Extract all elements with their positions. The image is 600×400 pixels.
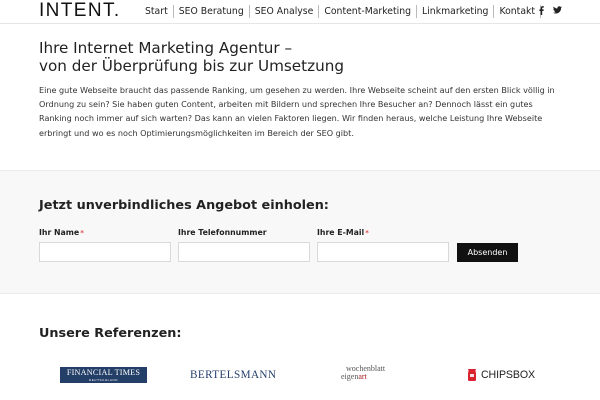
wochenblatt-logo-eigen: eigen bbox=[341, 372, 359, 381]
nav-item-seo-analyse[interactable]: SEO Analyse bbox=[248, 5, 319, 18]
form-title: Jetzt unverbindliches Angebot einholen: bbox=[39, 198, 329, 213]
submit-button[interactable]: Absenden bbox=[457, 243, 518, 262]
chipsbox-logo: CHIPSBOX bbox=[467, 368, 535, 382]
phone-label-text: Ihre Telefonnummer bbox=[178, 228, 267, 237]
nav-item-kontakt[interactable]: Kontakt bbox=[493, 5, 542, 18]
headline-line-2: von der Überprüfung bis zur Umsetzung bbox=[39, 56, 344, 75]
intro-paragraph: Eine gute Webseite braucht das passende … bbox=[39, 85, 555, 138]
email-label-text: Ihre E-Mail bbox=[317, 228, 365, 237]
references-title: Unsere Referenzen: bbox=[39, 326, 182, 341]
name-field-group: Ihr Name* bbox=[39, 228, 171, 262]
name-label: Ihr Name* bbox=[39, 228, 171, 238]
email-field-group: Ihre E-Mail* bbox=[317, 228, 449, 262]
main-nav: Start SEO Beratung SEO Analyse Content-M… bbox=[140, 5, 542, 18]
name-input[interactable] bbox=[39, 242, 171, 262]
phone-label: Ihre Telefonnummer bbox=[178, 228, 310, 238]
nav-item-content-marketing[interactable]: Content-Marketing bbox=[318, 5, 416, 18]
chipsbox-logo-text: CHIPSBOX bbox=[481, 368, 535, 381]
email-label: Ihre E-Mail* bbox=[317, 228, 449, 238]
offer-form-section: Jetzt unverbindliches Angebot einholen: … bbox=[0, 170, 600, 294]
phone-input[interactable] bbox=[178, 242, 310, 262]
required-mark: * bbox=[80, 229, 84, 237]
ft-logo-text: FINANCIAL TIMES bbox=[66, 368, 141, 377]
nav-item-linkmarketing[interactable]: Linkmarketing bbox=[416, 5, 493, 18]
financial-times-logo: FINANCIAL TIMES DEUTSCHLAND bbox=[60, 367, 147, 383]
nav-item-start[interactable]: Start bbox=[140, 5, 173, 18]
facebook-icon[interactable] bbox=[536, 4, 546, 16]
nav-item-seo-beratung[interactable]: SEO Beratung bbox=[172, 5, 249, 18]
wochenblatt-logo: wochenblatt eigenart bbox=[339, 364, 389, 384]
phone-field-group: Ihre Telefonnummer bbox=[178, 228, 310, 262]
required-mark: * bbox=[365, 229, 369, 237]
ft-logo-subtext: DEUTSCHLAND bbox=[88, 378, 119, 382]
twitter-icon[interactable] bbox=[552, 4, 562, 16]
bertelsmann-logo: BERTELSMANN bbox=[190, 369, 277, 381]
social-links bbox=[536, 4, 562, 16]
name-label-text: Ihr Name bbox=[39, 228, 80, 237]
wochenblatt-logo-art: art bbox=[358, 372, 367, 381]
site-header: INTENT. Start SEO Beratung SEO Analyse C… bbox=[0, 0, 600, 24]
chips-bag-icon bbox=[468, 369, 476, 381]
site-logo[interactable]: INTENT. bbox=[39, 1, 121, 21]
page-headline: Ihre Internet Marketing Agentur – von de… bbox=[39, 39, 459, 75]
headline-line-1: Ihre Internet Marketing Agentur – bbox=[39, 39, 293, 57]
email-input[interactable] bbox=[317, 242, 449, 262]
wochenblatt-logo-bottom: eigenart bbox=[341, 372, 367, 381]
